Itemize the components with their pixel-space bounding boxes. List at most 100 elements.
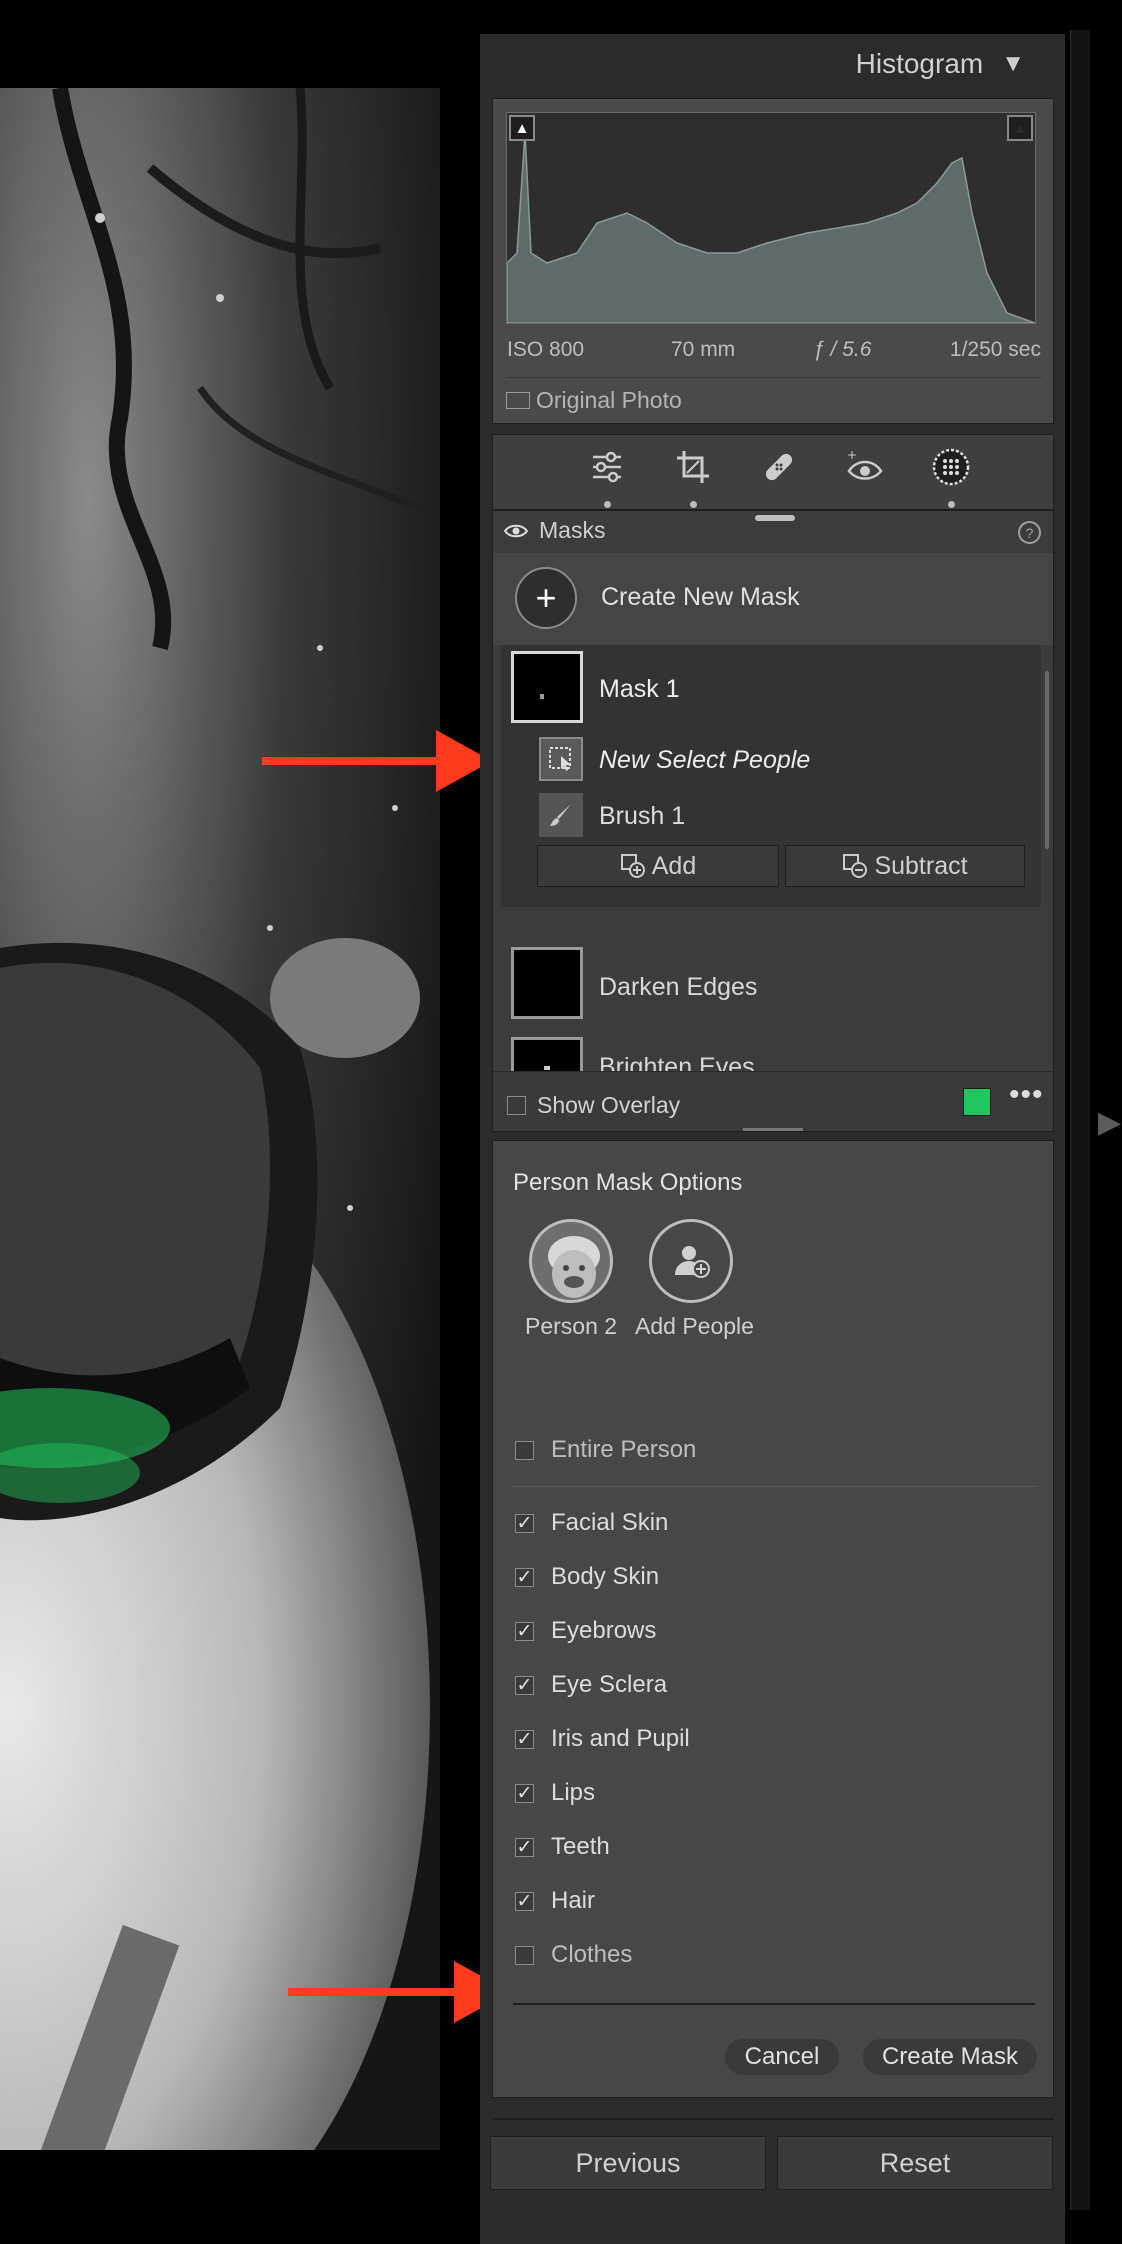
entire-person-option[interactable]: Entire Person (515, 1430, 696, 1470)
entire-person-checkbox[interactable] (515, 1440, 534, 1460)
exif-iso: ISO 800 (507, 338, 585, 361)
option-iris-and-pupil[interactable]: ✓ Iris and Pupil (515, 1719, 690, 1759)
subtract-button[interactable]: Subtract (785, 845, 1025, 887)
mask1-group[interactable]: Mask 1 New Select People Brush 1 Add Sub… (501, 645, 1041, 907)
histogram-title: Histogram (855, 48, 984, 79)
masks-title: Masks (539, 517, 606, 543)
histogram-section: ▲ ▲ ISO 800 70 mm ƒ / 5.6 1/250 sec Orig… (492, 98, 1054, 424)
option-body-skin[interactable]: ✓ Body Skin (515, 1557, 659, 1597)
body-skin-checkbox[interactable]: ✓ (515, 1567, 534, 1587)
eye-sclera-checkbox[interactable]: ✓ (515, 1675, 534, 1695)
masks-scrollbar[interactable] (1045, 671, 1049, 849)
brighten-eyes-thumbnail[interactable] (511, 1037, 583, 1071)
right-panel-toggle-icon[interactable]: ▶ (1098, 1105, 1121, 1140)
annotation-arrow-masks (262, 730, 492, 792)
create-mask-label: Create Mask (881, 2043, 1019, 2070)
create-new-mask-row[interactable]: + Create New Mask (493, 553, 1053, 645)
hair-label: Hair (551, 1887, 596, 1914)
crop-active-dot (690, 501, 697, 508)
annotation-arrow-options (288, 1961, 510, 2023)
original-photo-checkbox[interactable] (506, 392, 530, 409)
add-mask-icon (620, 854, 645, 878)
reset-label: Reset (879, 2147, 951, 2178)
eye-icon[interactable] (503, 522, 529, 540)
shadow-clipping-icon[interactable]: ▲ (509, 115, 535, 141)
crop-icon[interactable] (675, 449, 711, 485)
lips-checkbox[interactable]: ✓ (515, 1783, 534, 1803)
masking-icon[interactable] (931, 447, 971, 487)
plus-icon[interactable]: + (515, 567, 577, 629)
exif-shutter: 1/250 sec (949, 338, 1041, 361)
lips-label: Lips (551, 1779, 596, 1806)
histogram-graph: ▲ ▲ (506, 112, 1036, 324)
edit-sliders-icon[interactable] (589, 449, 625, 485)
person-2-label: Person 2 (525, 1313, 618, 1339)
brush-label[interactable]: Brush 1 (599, 802, 685, 831)
histogram-header[interactable]: Histogram ▼ (856, 48, 1025, 80)
triangle-down-icon[interactable]: ▼ (1001, 50, 1025, 78)
previous-label: Previous (575, 2147, 681, 2178)
cancel-button[interactable]: Cancel (725, 2039, 839, 2075)
add-label: Add (651, 851, 697, 880)
help-icon[interactable]: ? (1018, 521, 1041, 544)
eyebrows-checkbox[interactable]: ✓ (515, 1621, 534, 1641)
option-eye-sclera[interactable]: ✓ Eye Sclera (515, 1665, 667, 1705)
create-new-mask-label: Create New Mask (601, 583, 800, 611)
facial-skin-label: Facial Skin (551, 1509, 669, 1536)
tool-strip: + (492, 434, 1054, 510)
select-people-label[interactable]: New Select People (599, 746, 810, 775)
overlay-drag-handle[interactable] (743, 1128, 803, 1131)
original-photo-toggle[interactable]: Original Photo (506, 387, 682, 414)
option-facial-skin[interactable]: ✓ Facial Skin (515, 1503, 668, 1543)
body-skin-label: Body Skin (551, 1563, 660, 1590)
photo-image (0, 88, 440, 2150)
reset-button[interactable]: Reset (777, 2136, 1053, 2190)
photo-canvas[interactable] (0, 88, 440, 2150)
subtract-label: Subtract (874, 851, 968, 880)
masks-drag-handle[interactable] (755, 515, 795, 521)
option-clothes[interactable]: Clothes (515, 1935, 632, 1975)
option-eyebrows[interactable]: ✓ Eyebrows (515, 1611, 656, 1651)
option-lips[interactable]: ✓ Lips (515, 1773, 595, 1813)
develop-panel: Histogram ▼ ▲ ▲ ISO 800 70 mm ƒ / 5.6 1/… (480, 34, 1065, 2244)
show-overlay-label: Show Overlay (537, 1092, 681, 1118)
eyebrows-label: Eyebrows (551, 1617, 657, 1644)
darken-edges-label[interactable]: Darken Edges (599, 973, 757, 1002)
add-person-icon (675, 1246, 710, 1278)
option-teeth[interactable]: ✓ Teeth (515, 1827, 610, 1867)
svg-text:+: + (847, 449, 857, 462)
red-eye-icon[interactable]: + (845, 449, 885, 485)
previous-button[interactable]: Previous (490, 2136, 766, 2190)
darken-edges-thumbnail[interactable] (511, 947, 583, 1019)
exif-aperture: ƒ / 5.6 (813, 338, 872, 361)
masks-panel: Masks ? + Create New Mask Mask 1 New Sel… (492, 510, 1054, 1132)
person-2-avatar[interactable] (529, 1219, 613, 1303)
hair-checkbox[interactable]: ✓ (515, 1891, 534, 1911)
teeth-checkbox[interactable]: ✓ (515, 1837, 534, 1857)
iris-and-pupil-label: Iris and Pupil (551, 1725, 690, 1752)
brighten-eyes-row[interactable]: Brighten Eyes (493, 1029, 1053, 1071)
facial-skin-checkbox[interactable]: ✓ (515, 1513, 534, 1533)
panel-scroll-gutter[interactable] (1070, 30, 1090, 2210)
entire-person-label: Entire Person (551, 1436, 697, 1463)
add-button[interactable]: Add (537, 845, 779, 887)
iris-and-pupil-checkbox[interactable]: ✓ (515, 1729, 534, 1749)
brighten-eyes-label: Brighten Eyes (599, 1053, 755, 1071)
divider (506, 377, 1042, 378)
create-mask-button[interactable]: Create Mask (863, 2039, 1037, 2075)
add-people-button[interactable] (649, 1219, 733, 1303)
original-photo-label: Original Photo (536, 387, 682, 413)
show-overlay-toggle[interactable]: Show Overlay (507, 1092, 680, 1119)
more-options-icon[interactable]: ••• (1009, 1078, 1044, 1112)
mask1-thumbnail[interactable] (511, 651, 583, 723)
overlay-color-swatch[interactable] (963, 1088, 991, 1116)
person-mask-options-title: Person Mask Options (513, 1169, 743, 1196)
option-hair[interactable]: ✓ Hair (515, 1881, 595, 1921)
healing-icon[interactable] (761, 449, 797, 485)
brush-icon[interactable] (539, 793, 583, 837)
select-people-icon[interactable] (539, 737, 583, 781)
masks-header: Masks (503, 517, 605, 544)
clothes-checkbox[interactable] (515, 1945, 534, 1965)
show-overlay-checkbox[interactable] (507, 1096, 526, 1115)
highlight-clipping-icon[interactable]: ▲ (1007, 115, 1033, 141)
